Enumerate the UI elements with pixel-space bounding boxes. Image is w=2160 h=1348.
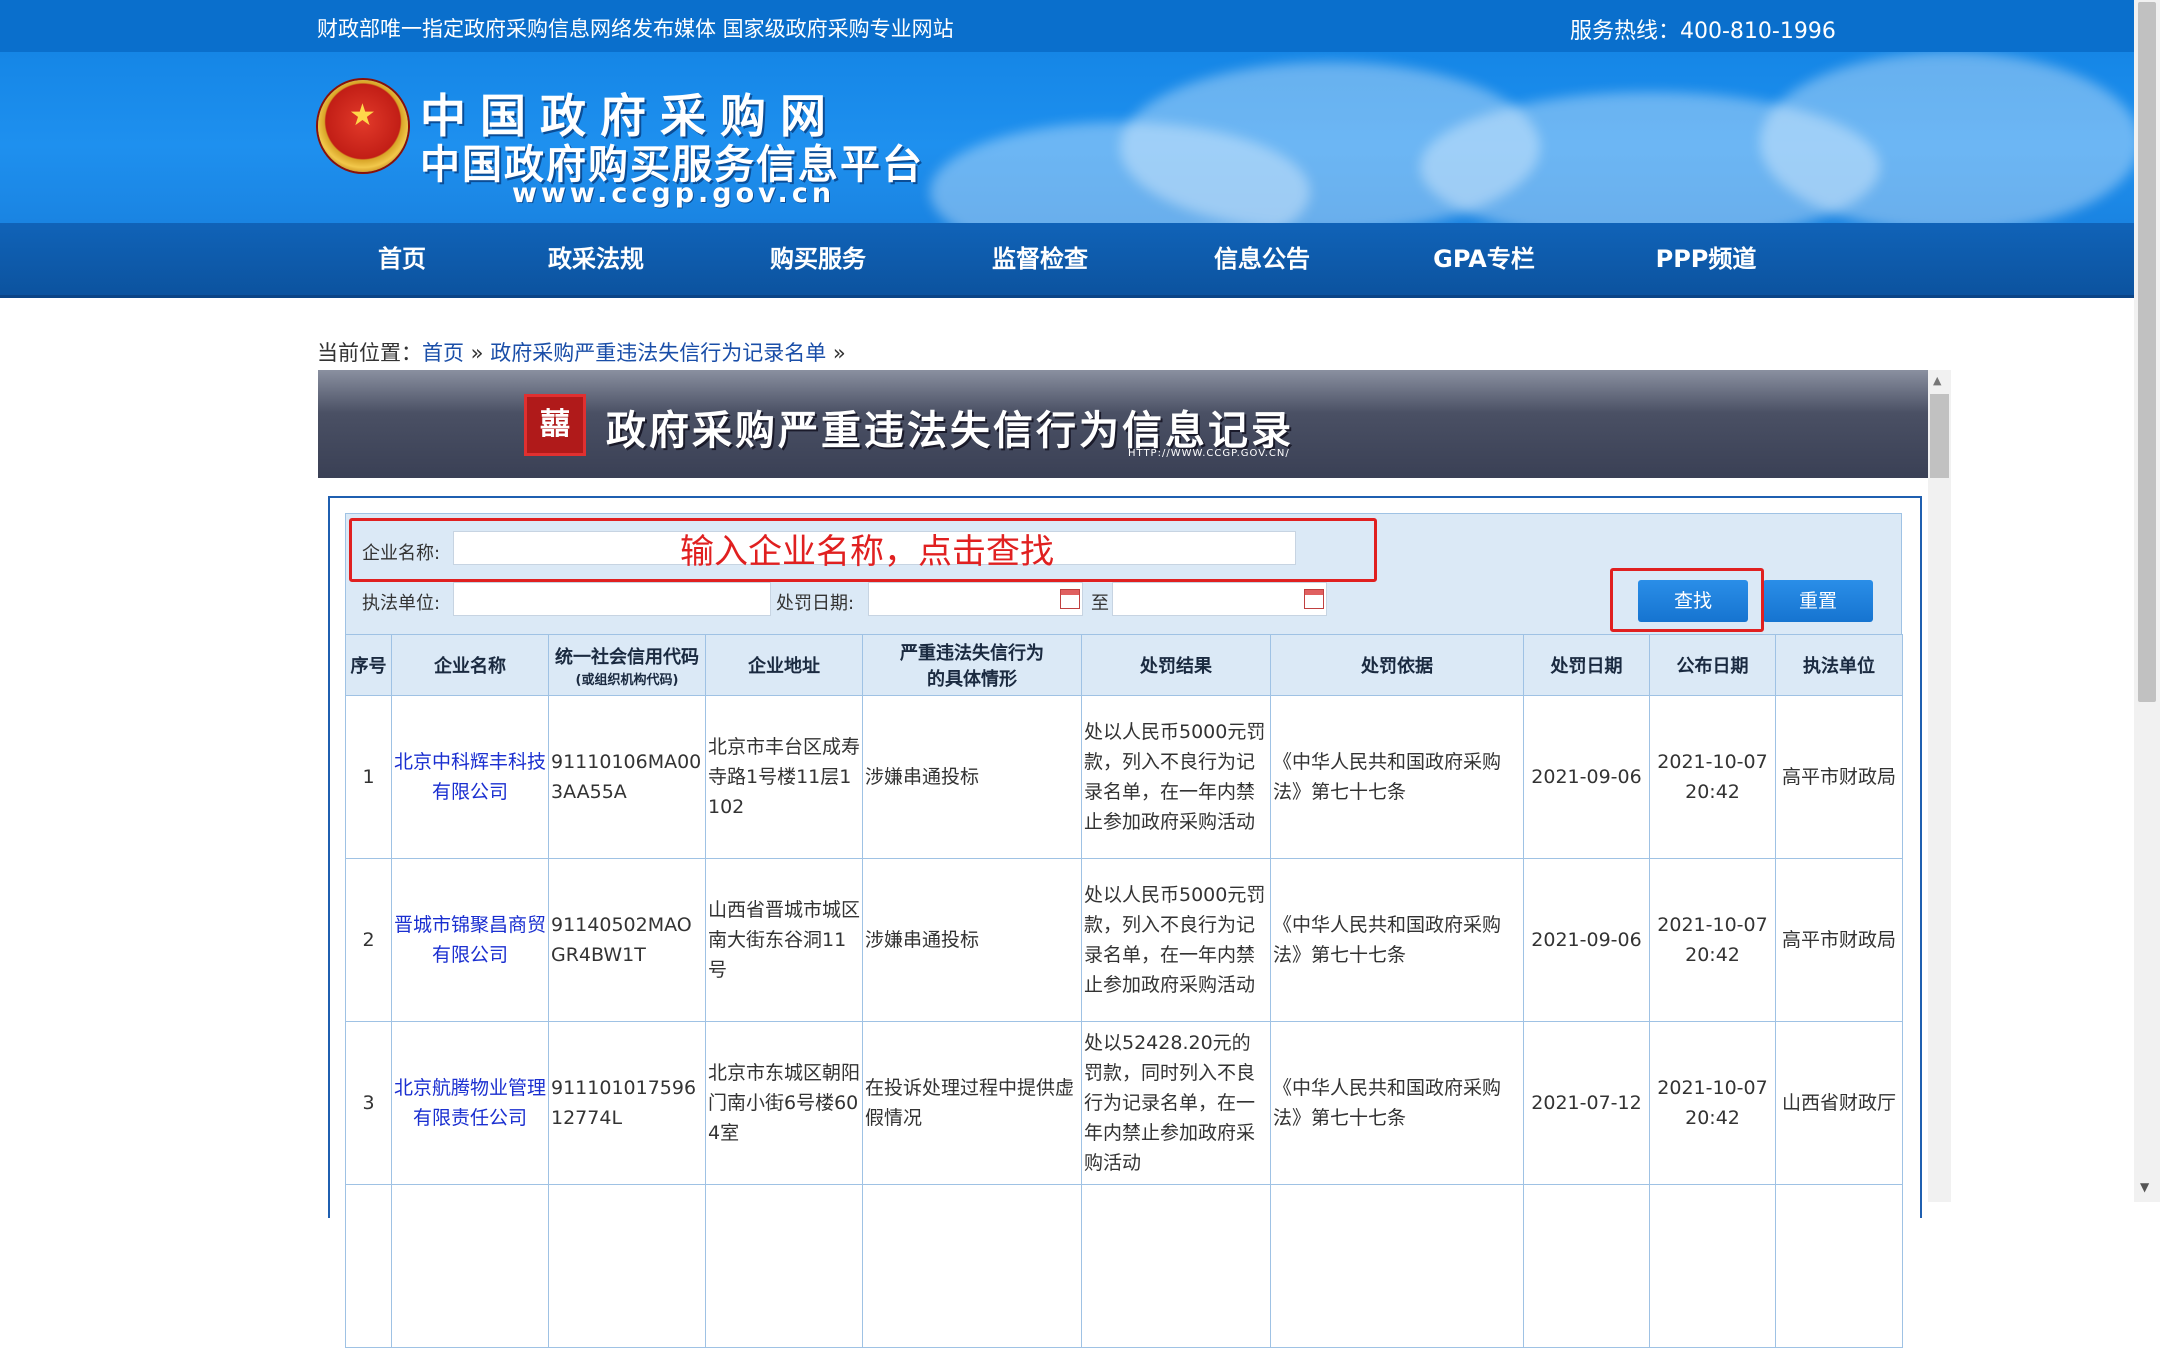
service-hotline: 服务热线：400-810-1996	[1570, 19, 1836, 44]
cell-behavior: 在投诉处理过程中提供虚假情况	[862, 1021, 1082, 1185]
page-scrollbar-thumb[interactable]	[2138, 2, 2156, 702]
date-to-input[interactable]	[1112, 582, 1327, 616]
breadcrumb-home[interactable]: 首页	[422, 341, 464, 365]
inner-scrollbar[interactable]	[1928, 370, 1951, 1202]
penalty-date-label: 处罚日期:	[776, 593, 855, 614]
table-row: 1 北京中科辉丰科技有限公司 91110106MA003AA55A 北京市丰台区…	[345, 695, 1903, 859]
cell-enforcer: 高平市财政局	[1775, 695, 1903, 859]
cell-basis: 《中华人民共和国政府采购法》第七十七条	[1270, 1021, 1524, 1185]
company-link[interactable]: 晋城市锦聚昌商贸有限公司	[394, 914, 546, 966]
nav-item-home[interactable]: 首页	[312, 223, 492, 295]
column-header-enforcer: 执法单位	[1775, 634, 1903, 696]
table-row: 2 晋城市锦聚昌商贸有限公司 91140502MAOGR4BW1T 山西省晋城市…	[345, 858, 1903, 1022]
cell-penalty-date: 2021-07-12	[1523, 1021, 1650, 1185]
breadcrumb-current[interactable]: 政府采购严重违法失信行为记录名单	[490, 341, 826, 365]
cell-basis: 《中华人民共和国政府采购法》第七十七条	[1270, 858, 1524, 1022]
column-header-penalty-date: 处罚日期	[1523, 634, 1650, 696]
column-header-credit-code-label: 统一社会信用代码	[555, 646, 699, 668]
violation-records-table: 序号 企业名称 统一社会信用代码 (或组织机构代码) 企业地址 严重违法失信行为的…	[345, 634, 1903, 1348]
cell-behavior: 涉嫌串通投标	[862, 695, 1082, 859]
cell-credit-code: 91110106MA003AA55A	[548, 695, 706, 859]
national-emblem-icon[interactable]: ★	[318, 80, 408, 172]
cell-no: 1	[345, 695, 392, 859]
table-row: 3 北京航腾物业管理有限责任公司 91110101759612774L 北京市东…	[345, 1021, 1903, 1185]
nav-item-ppp[interactable]: PPP频道	[1616, 223, 1796, 295]
inner-scrollbar-thumb[interactable]	[1930, 394, 1949, 478]
enforcer-label: 执法单位:	[362, 593, 441, 614]
breadcrumb-separator: »	[464, 341, 491, 365]
column-header-credit-code: 统一社会信用代码 (或组织机构代码)	[548, 634, 706, 696]
cell-basis: 《中华人民共和国政府采购法》第七十七条	[1270, 695, 1524, 859]
column-header-behavior: 严重违法失信行为 的具体情形	[862, 634, 1082, 696]
cell-behavior: 涉嫌串通投标	[862, 858, 1082, 1022]
cell-result: 处以52428.20元的罚款，同时列入不良行为记录名单，在一年内禁止参加政府采购…	[1081, 1021, 1271, 1185]
column-header-address: 企业地址	[705, 634, 863, 696]
column-header-behavior-label: 严重违法失信行为	[900, 643, 1044, 664]
nav-item-announcements[interactable]: 信息公告	[1172, 223, 1352, 295]
cell-no: 3	[345, 1021, 392, 1185]
cell-no: 2	[345, 858, 392, 1022]
nav-item-regulations[interactable]: 政采法规	[506, 223, 686, 295]
column-header-result: 处罚结果	[1081, 634, 1271, 696]
site-tagline: 财政部唯一指定政府采购信息网络发布媒体 国家级政府采购专业网站	[317, 17, 954, 41]
date-from-input[interactable]	[868, 582, 1083, 616]
cloud-decoration	[1760, 52, 2134, 223]
cell-result: 处以人民币5000元罚款，列入不良行为记录名单，在一年内禁止参加政府采购活动	[1081, 858, 1271, 1022]
top-bar: 财政部唯一指定政府采购信息网络发布媒体 国家级政府采购专业网站 服务热线：400…	[0, 0, 2134, 52]
column-header-publish-date: 公布日期	[1649, 634, 1776, 696]
table-row	[345, 1184, 1903, 1348]
cell-penalty-date: 2021-09-06	[1523, 858, 1650, 1022]
breadcrumb: 当前位置：首页 » 政府采购严重违法失信行为记录名单 »	[317, 337, 846, 367]
date-to-label: 至	[1091, 593, 1109, 614]
nav-item-gpa[interactable]: GPA专栏	[1394, 223, 1574, 295]
cell-result: 处以人民币5000元罚款，列入不良行为记录名单，在一年内禁止参加政府采购活动	[1081, 695, 1271, 859]
nav-item-supervision[interactable]: 监督检查	[950, 223, 1130, 295]
cell-credit-code: 91110101759612774L	[548, 1021, 706, 1185]
company-link[interactable]: 北京航腾物业管理有限责任公司	[394, 1077, 546, 1129]
cell-address: 山西省晋城市城区南大街东谷洞11号	[705, 858, 863, 1022]
cell-enforcer: 山西省财政厅	[1775, 1021, 1903, 1185]
nav-item-purchase-services[interactable]: 购买服务	[728, 223, 908, 295]
column-header-company: 企业名称	[391, 634, 549, 696]
header-banner: ★ 中国政府采购网 中国政府购买服务信息平台 www.ccgp.gov.cn	[0, 52, 2134, 223]
cell-publish-date: 2021-10-07 20:42	[1649, 858, 1776, 1022]
reset-button[interactable]: 重置	[1763, 580, 1873, 622]
scroll-down-icon[interactable]: ▼	[2140, 1180, 2149, 1194]
breadcrumb-tail: »	[826, 341, 846, 365]
cell-penalty-date: 2021-09-06	[1523, 695, 1650, 859]
column-header-credit-code-sub: (或组织机构代码)	[575, 672, 679, 688]
cell-address: 北京市丰台区成寿寺路1号楼11层1102	[705, 695, 863, 859]
annotation-text: 输入企业名称，点击查找	[680, 532, 1054, 572]
panel-url: HTTP://WWW.CCGP.GOV.CN/	[1128, 448, 1290, 459]
calendar-icon[interactable]	[1304, 589, 1324, 609]
seal-icon: 囍	[524, 394, 586, 456]
table-header-row: 序号 企业名称 统一社会信用代码 (或组织机构代码) 企业地址 严重违法失信行为的…	[345, 634, 1903, 696]
column-header-no: 序号	[345, 634, 392, 696]
cell-publish-date: 2021-10-07 20:42	[1649, 1021, 1776, 1185]
cell-publish-date: 2021-10-07 20:42	[1649, 695, 1776, 859]
enforcer-input[interactable]	[453, 582, 771, 616]
cell-address: 北京市东城区朝阳门南小街6号楼604室	[705, 1021, 863, 1185]
breadcrumb-prefix: 当前位置：	[317, 341, 422, 365]
cell-enforcer: 高平市财政局	[1775, 858, 1903, 1022]
calendar-icon[interactable]	[1060, 589, 1080, 609]
annotation-box-search	[1610, 568, 1764, 632]
scroll-up-icon[interactable]: ▲	[1933, 374, 1941, 387]
main-nav: 首页 政采法规 购买服务 监督检查 信息公告 GPA专栏 PPP频道	[0, 223, 2134, 298]
cell-credit-code: 91140502MAOGR4BW1T	[548, 858, 706, 1022]
company-link[interactable]: 北京中科辉丰科技有限公司	[394, 751, 546, 803]
column-header-basis: 处罚依据	[1270, 634, 1524, 696]
panel-header: 囍 政府采购严重违法失信行为信息记录 HTTP://WWW.CCGP.GOV.C…	[318, 370, 1928, 478]
logo-url[interactable]: www.ccgp.gov.cn	[512, 178, 835, 209]
column-header-behavior-sub: 的具体情形	[927, 669, 1017, 690]
